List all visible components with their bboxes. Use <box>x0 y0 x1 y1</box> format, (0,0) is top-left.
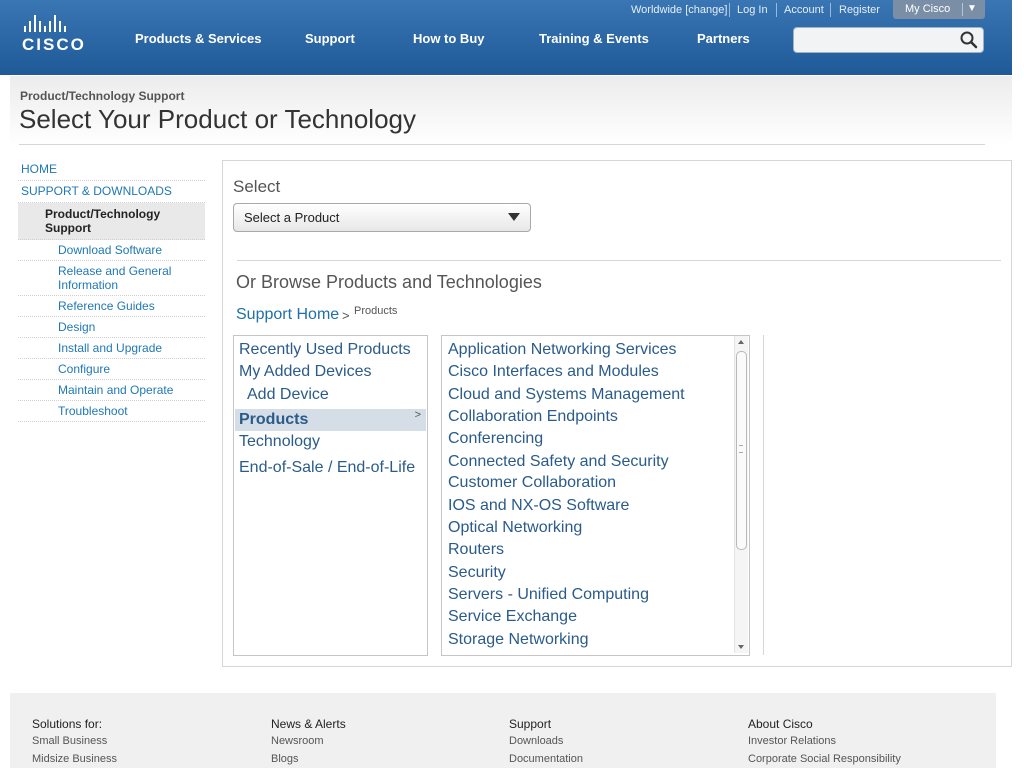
end-of-sale-link[interactable]: End-of-Sale / End-of-Life <box>239 459 415 477</box>
search-box <box>793 27 984 53</box>
footer-link-newsroom[interactable]: Newsroom <box>271 735 324 747</box>
footer-link-downloads[interactable]: Downloads <box>509 735 563 747</box>
nav-support[interactable]: Support <box>305 31 355 46</box>
logo-bars-icon <box>24 14 92 32</box>
list-item[interactable]: Conferencing <box>448 430 543 448</box>
leftnav-troubleshoot[interactable]: Troubleshoot <box>18 401 205 422</box>
add-device-link[interactable]: Add Device <box>247 386 329 404</box>
recently-used-products[interactable]: Recently Used Products <box>239 341 411 359</box>
leftnav-maintain-operate[interactable]: Maintain and Operate <box>18 380 205 401</box>
search-icon[interactable] <box>959 30 979 50</box>
scroll-down-icon[interactable] <box>738 645 744 649</box>
footer-heading-about: About Cisco <box>748 717 813 731</box>
my-added-devices[interactable]: My Added Devices <box>239 363 372 381</box>
leftnav-home[interactable]: HOME <box>18 159 205 181</box>
leftnav-download-software[interactable]: Download Software <box>18 240 205 261</box>
footer-link-midsize-business[interactable]: Midsize Business <box>32 753 117 765</box>
util-divider <box>729 3 730 17</box>
leftnav-release-general-info[interactable]: Release and General Information <box>18 261 205 296</box>
site-header: CISCO Products & Services Support How to… <box>0 0 1012 75</box>
list-item[interactable]: Servers - Unified Computing <box>448 586 649 604</box>
list-item[interactable]: Connected Safety and Security <box>448 453 669 471</box>
footer-heading-support: Support <box>509 717 552 731</box>
logo-text: CISCO <box>22 35 86 54</box>
leftnav-install-upgrade[interactable]: Install and Upgrade <box>18 338 205 359</box>
products-category[interactable]: Products > <box>235 409 426 431</box>
my-cisco-label: My Cisco <box>905 3 951 15</box>
worldwide-change-link[interactable]: Worldwide [change] <box>631 4 727 16</box>
breadcrumb-separator: > <box>342 308 350 323</box>
scroll-up-icon[interactable] <box>738 340 744 344</box>
left-nav: HOME SUPPORT & DOWNLOADS Product/Technol… <box>18 159 205 422</box>
nav-how-to-buy[interactable]: How to Buy <box>413 31 485 46</box>
cisco-logo[interactable]: CISCO <box>22 14 92 58</box>
dropdown-arrow-icon <box>508 213 520 221</box>
support-home-link[interactable]: Support Home <box>236 306 339 324</box>
select-label: Select <box>233 177 281 196</box>
list-item[interactable]: Application Networking Services <box>448 341 677 359</box>
nav-training-events[interactable]: Training & Events <box>539 31 649 46</box>
list-item[interactable]: Collaboration Endpoints <box>448 408 618 426</box>
page-title: Select Your Product or Technology <box>19 104 417 134</box>
browse-heading: Or Browse Products and Technologies <box>236 272 542 292</box>
nav-partners[interactable]: Partners <box>697 31 750 46</box>
leftnav-product-technology-support[interactable]: Product/Technology Support <box>18 203 205 240</box>
footer-link-investor-relations[interactable]: Investor Relations <box>748 735 836 747</box>
list-item[interactable]: Cloud and Systems Management <box>448 386 685 404</box>
search-input[interactable] <box>800 31 954 49</box>
scroll-grip-icon <box>739 445 743 453</box>
footer-link-blogs[interactable]: Blogs <box>271 753 299 765</box>
product-select-value: Select a Product <box>244 210 340 225</box>
footer-link-csr[interactable]: Corporate Social Responsibility <box>748 753 901 765</box>
my-cisco-divider <box>962 3 963 16</box>
list-item[interactable]: Storage Networking <box>448 631 589 649</box>
list-item[interactable]: Customer Collaboration <box>448 474 616 492</box>
list-item[interactable]: Routers <box>448 541 504 559</box>
product-select-dropdown[interactable]: Select a Product <box>233 203 531 232</box>
util-divider <box>830 3 831 17</box>
nav-products-services[interactable]: Products & Services <box>135 31 261 46</box>
browse-category-list: Recently Used Products My Added Devices … <box>233 335 428 656</box>
chevron-right-icon: > <box>414 409 421 421</box>
list-item[interactable]: Service Exchange <box>448 608 577 626</box>
leftnav-design[interactable]: Design <box>18 317 205 338</box>
footer-link-small-business[interactable]: Small Business <box>32 735 107 747</box>
list-item[interactable]: Cisco Interfaces and Modules <box>448 363 659 381</box>
list-item[interactable]: Optical Networking <box>448 519 582 537</box>
account-link[interactable]: Account <box>784 4 824 16</box>
column-divider <box>763 335 764 655</box>
list-item[interactable]: IOS and NX-OS Software <box>448 497 629 515</box>
leftnav-reference-guides[interactable]: Reference Guides <box>18 296 205 317</box>
leftnav-configure[interactable]: Configure <box>18 359 205 380</box>
list-item[interactable]: Security <box>448 564 506 582</box>
title-divider <box>19 144 985 145</box>
leftnav-support-downloads[interactable]: SUPPORT & DOWNLOADS <box>18 181 205 203</box>
breadcrumb-current: Products <box>354 305 398 317</box>
register-link[interactable]: Register <box>839 4 880 16</box>
chevron-down-icon[interactable]: ▼ <box>967 3 977 14</box>
login-link[interactable]: Log In <box>737 4 768 16</box>
footer-heading-solutions: Solutions for: <box>32 717 103 731</box>
footer-link-documentation[interactable]: Documentation <box>509 753 583 765</box>
browse-divider <box>237 260 1001 261</box>
my-cisco-button[interactable]: My Cisco ▼ <box>893 0 985 19</box>
breadcrumb[interactable]: Product/Technology Support <box>20 89 184 103</box>
technology-category[interactable]: Technology <box>239 433 320 451</box>
util-divider <box>776 3 777 17</box>
products-category-label: Products <box>239 411 309 428</box>
product-list: Application Networking Services Cisco In… <box>441 335 750 656</box>
footer-heading-news: News & Alerts <box>271 717 346 731</box>
